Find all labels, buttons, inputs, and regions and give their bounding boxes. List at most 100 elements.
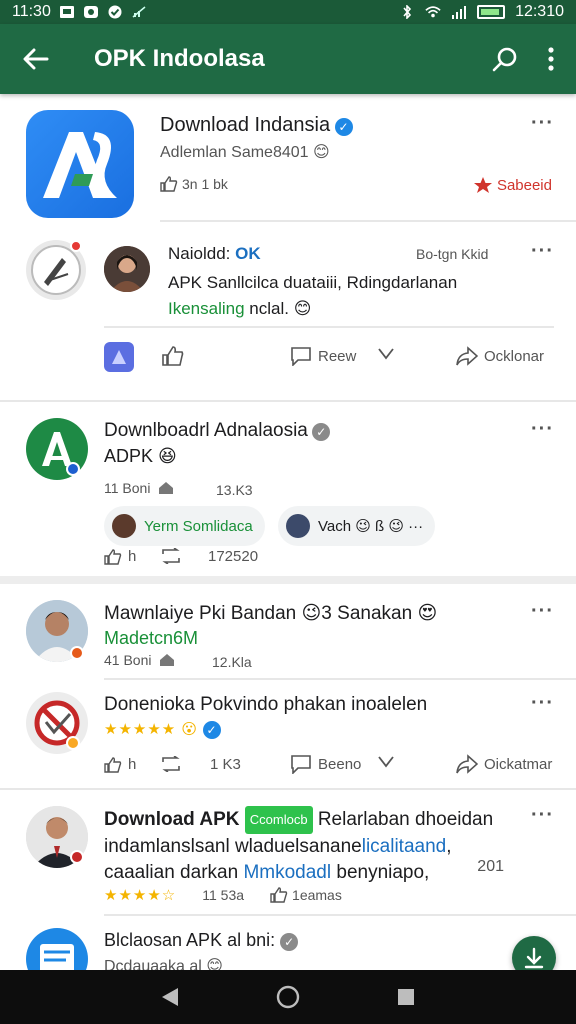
repost-count: 1 K3 bbox=[210, 756, 241, 773]
tag-badge: Ccomlocb bbox=[244, 806, 313, 834]
more-options-icon[interactable]: ··· bbox=[531, 112, 554, 135]
reaction-chip-user[interactable]: Yerm Somlidaca bbox=[104, 506, 265, 546]
review-button[interactable]: Reew bbox=[318, 348, 356, 365]
post-card[interactable]: Download APK Ccomlocb Relarlaban dhoeida… bbox=[0, 790, 576, 914]
like-label[interactable]: h bbox=[128, 548, 136, 565]
chevron-down-icon[interactable] bbox=[378, 756, 394, 768]
post-title-b: Relarlaban dhoeidan bbox=[312, 809, 494, 831]
post-title[interactable]: Download APK bbox=[104, 809, 245, 830]
commenter-name[interactable]: Naioldd: bbox=[168, 244, 235, 263]
app-bar: OPK Indoolasa bbox=[0, 24, 576, 94]
ok-tag: OK bbox=[235, 244, 261, 263]
verified-badge-icon: ✓ bbox=[334, 117, 353, 136]
post-title[interactable]: Download Indansia bbox=[160, 114, 330, 136]
check-notification-icon bbox=[108, 5, 122, 19]
verified-badge-icon: ✓ bbox=[202, 720, 221, 739]
overflow-menu-icon[interactable] bbox=[548, 47, 554, 71]
highlight-text: Ikensaling bbox=[168, 299, 245, 318]
comment-bubble-icon[interactable] bbox=[290, 346, 312, 366]
views-count: 12.Kla bbox=[212, 654, 252, 670]
post-title[interactable]: Blclaosan APK al bni: bbox=[104, 930, 280, 950]
feed: Download Indansia ✓ Adlemlan Same8401 😊 … bbox=[0, 94, 576, 970]
views-count: 13.K3 bbox=[216, 482, 253, 498]
bluetooth-icon bbox=[403, 5, 412, 19]
post-line-3: caaalian darkan bbox=[104, 862, 244, 883]
app-logo bbox=[26, 110, 134, 218]
comment-line-1: APK Sanllcilca duataiii, Rdingdarlanan bbox=[168, 273, 458, 292]
repost-icon[interactable] bbox=[160, 756, 182, 772]
star-bookmark-icon bbox=[473, 177, 492, 193]
reaction-chip-emoji[interactable]: Vach 😉 ß 😉 ··· bbox=[278, 506, 436, 546]
comment-text: APK Sanllcilca duataiii, Rdingdarlanan I… bbox=[168, 270, 548, 322]
app-post-card[interactable]: Download Indansia ✓ Adlemlan Same8401 😊 … bbox=[0, 94, 576, 220]
save-button[interactable]: Sabeeid bbox=[497, 177, 552, 194]
notification-dot bbox=[70, 240, 82, 252]
status-time-right: 12:310 bbox=[515, 3, 564, 20]
page-title: OPK Indoolasa bbox=[94, 45, 265, 72]
chevron-down-icon[interactable] bbox=[378, 348, 394, 360]
repost-icon[interactable] bbox=[160, 548, 182, 564]
post-card[interactable]: Mawnlaiye Pki Bandan 😉3 Sanakan 😍 Madetc… bbox=[0, 584, 576, 674]
like-icon[interactable] bbox=[104, 548, 122, 565]
app-avatar[interactable] bbox=[26, 928, 88, 970]
post-number: 201 bbox=[477, 858, 504, 875]
comment-card[interactable]: Donenioka Pokvindo phakan inoalelen ··· … bbox=[0, 680, 576, 788]
status-dot bbox=[66, 736, 80, 750]
post-subtitle: ADPK 😆 bbox=[104, 446, 177, 466]
comment-bubble-icon[interactable] bbox=[290, 754, 312, 774]
back-triangle-icon[interactable] bbox=[160, 986, 180, 1008]
more-options-icon[interactable]: ··· bbox=[531, 418, 554, 441]
share-icon[interactable] bbox=[456, 346, 478, 366]
comment-card[interactable]: Naioldd: OK Bo-tgn Kkid ··· APK Sanllcil… bbox=[0, 222, 576, 400]
more-options-icon[interactable]: ··· bbox=[531, 600, 554, 623]
like-label[interactable]: h bbox=[128, 756, 136, 773]
home-circle-icon[interactable] bbox=[276, 985, 300, 1009]
app-shortcut-icon[interactable] bbox=[104, 342, 134, 372]
app-notification-icon bbox=[83, 6, 98, 18]
link-text[interactable]: Mmkodadl bbox=[243, 862, 331, 883]
post-card[interactable]: Downlboadrl Adnalaosia ✓ ADPK 😆 ··· 11 B… bbox=[0, 402, 576, 576]
mini-avatar bbox=[286, 514, 310, 538]
comment-title[interactable]: Donenioka Pokvindo phakan inoalelen bbox=[104, 694, 427, 716]
wifi-icon bbox=[425, 6, 441, 18]
post-line-3-end: benyniapo, bbox=[331, 862, 430, 883]
thumbs-up-icon[interactable] bbox=[270, 887, 288, 903]
more-options-icon[interactable]: ··· bbox=[531, 240, 554, 263]
battery-icon bbox=[477, 5, 506, 19]
comment-line-2: Ikensaling nclal. 😊 bbox=[168, 296, 548, 322]
status-time-left: 11:30 bbox=[12, 3, 51, 20]
back-arrow-icon bbox=[23, 48, 49, 70]
count-label: 41 Boni bbox=[104, 652, 152, 668]
star-rating: ★★★★☆ bbox=[104, 887, 177, 904]
post-title[interactable]: Downlboadrl Adnalaosia bbox=[104, 420, 308, 441]
verified-badge-icon: ✓ bbox=[280, 932, 299, 951]
recents-square-icon[interactable] bbox=[396, 987, 416, 1007]
comment-meta: Bo-tgn Kkid bbox=[416, 246, 489, 262]
chip-label: Yerm Somlidaca bbox=[144, 517, 253, 535]
document-icon bbox=[40, 944, 74, 970]
post-subtitle: Adlemlan Same8401 😊 bbox=[160, 144, 330, 161]
status-dot bbox=[70, 850, 84, 864]
review-button[interactable]: Beeno bbox=[318, 756, 361, 773]
thumbs-up-icon[interactable] bbox=[160, 176, 178, 192]
post-line-2-end: , bbox=[446, 836, 452, 857]
post-body: Download APK Ccomlocb Relarlaban dhoeida… bbox=[104, 806, 524, 886]
status-bar: 11:30 12:310 bbox=[0, 0, 576, 24]
user-avatar[interactable] bbox=[104, 246, 150, 292]
more-options-icon[interactable]: ··· bbox=[531, 804, 554, 827]
link-text[interactable]: licalitaand bbox=[362, 836, 447, 857]
like-icon[interactable] bbox=[104, 756, 122, 773]
mini-avatar bbox=[112, 514, 136, 538]
share-icon[interactable] bbox=[456, 754, 478, 774]
system-nav-bar bbox=[0, 970, 576, 1024]
post-title[interactable]: Mawnlaiye Pki Bandan 😉3 bbox=[104, 603, 332, 624]
more-options-icon[interactable]: ··· bbox=[531, 692, 554, 715]
post-subtitle: Dcdauaaka al 😊 bbox=[104, 958, 223, 970]
search-icon[interactable] bbox=[492, 46, 518, 72]
like-icon[interactable] bbox=[162, 346, 184, 366]
share-button[interactable]: Ocklonar bbox=[484, 348, 544, 365]
share-button[interactable]: Oickatmar bbox=[484, 756, 552, 773]
back-button[interactable] bbox=[0, 24, 72, 94]
download-fab[interactable] bbox=[512, 936, 556, 970]
post-card[interactable]: Blclaosan APK al bni: ✓ Dcdauaaka al 😊 bbox=[0, 916, 576, 970]
